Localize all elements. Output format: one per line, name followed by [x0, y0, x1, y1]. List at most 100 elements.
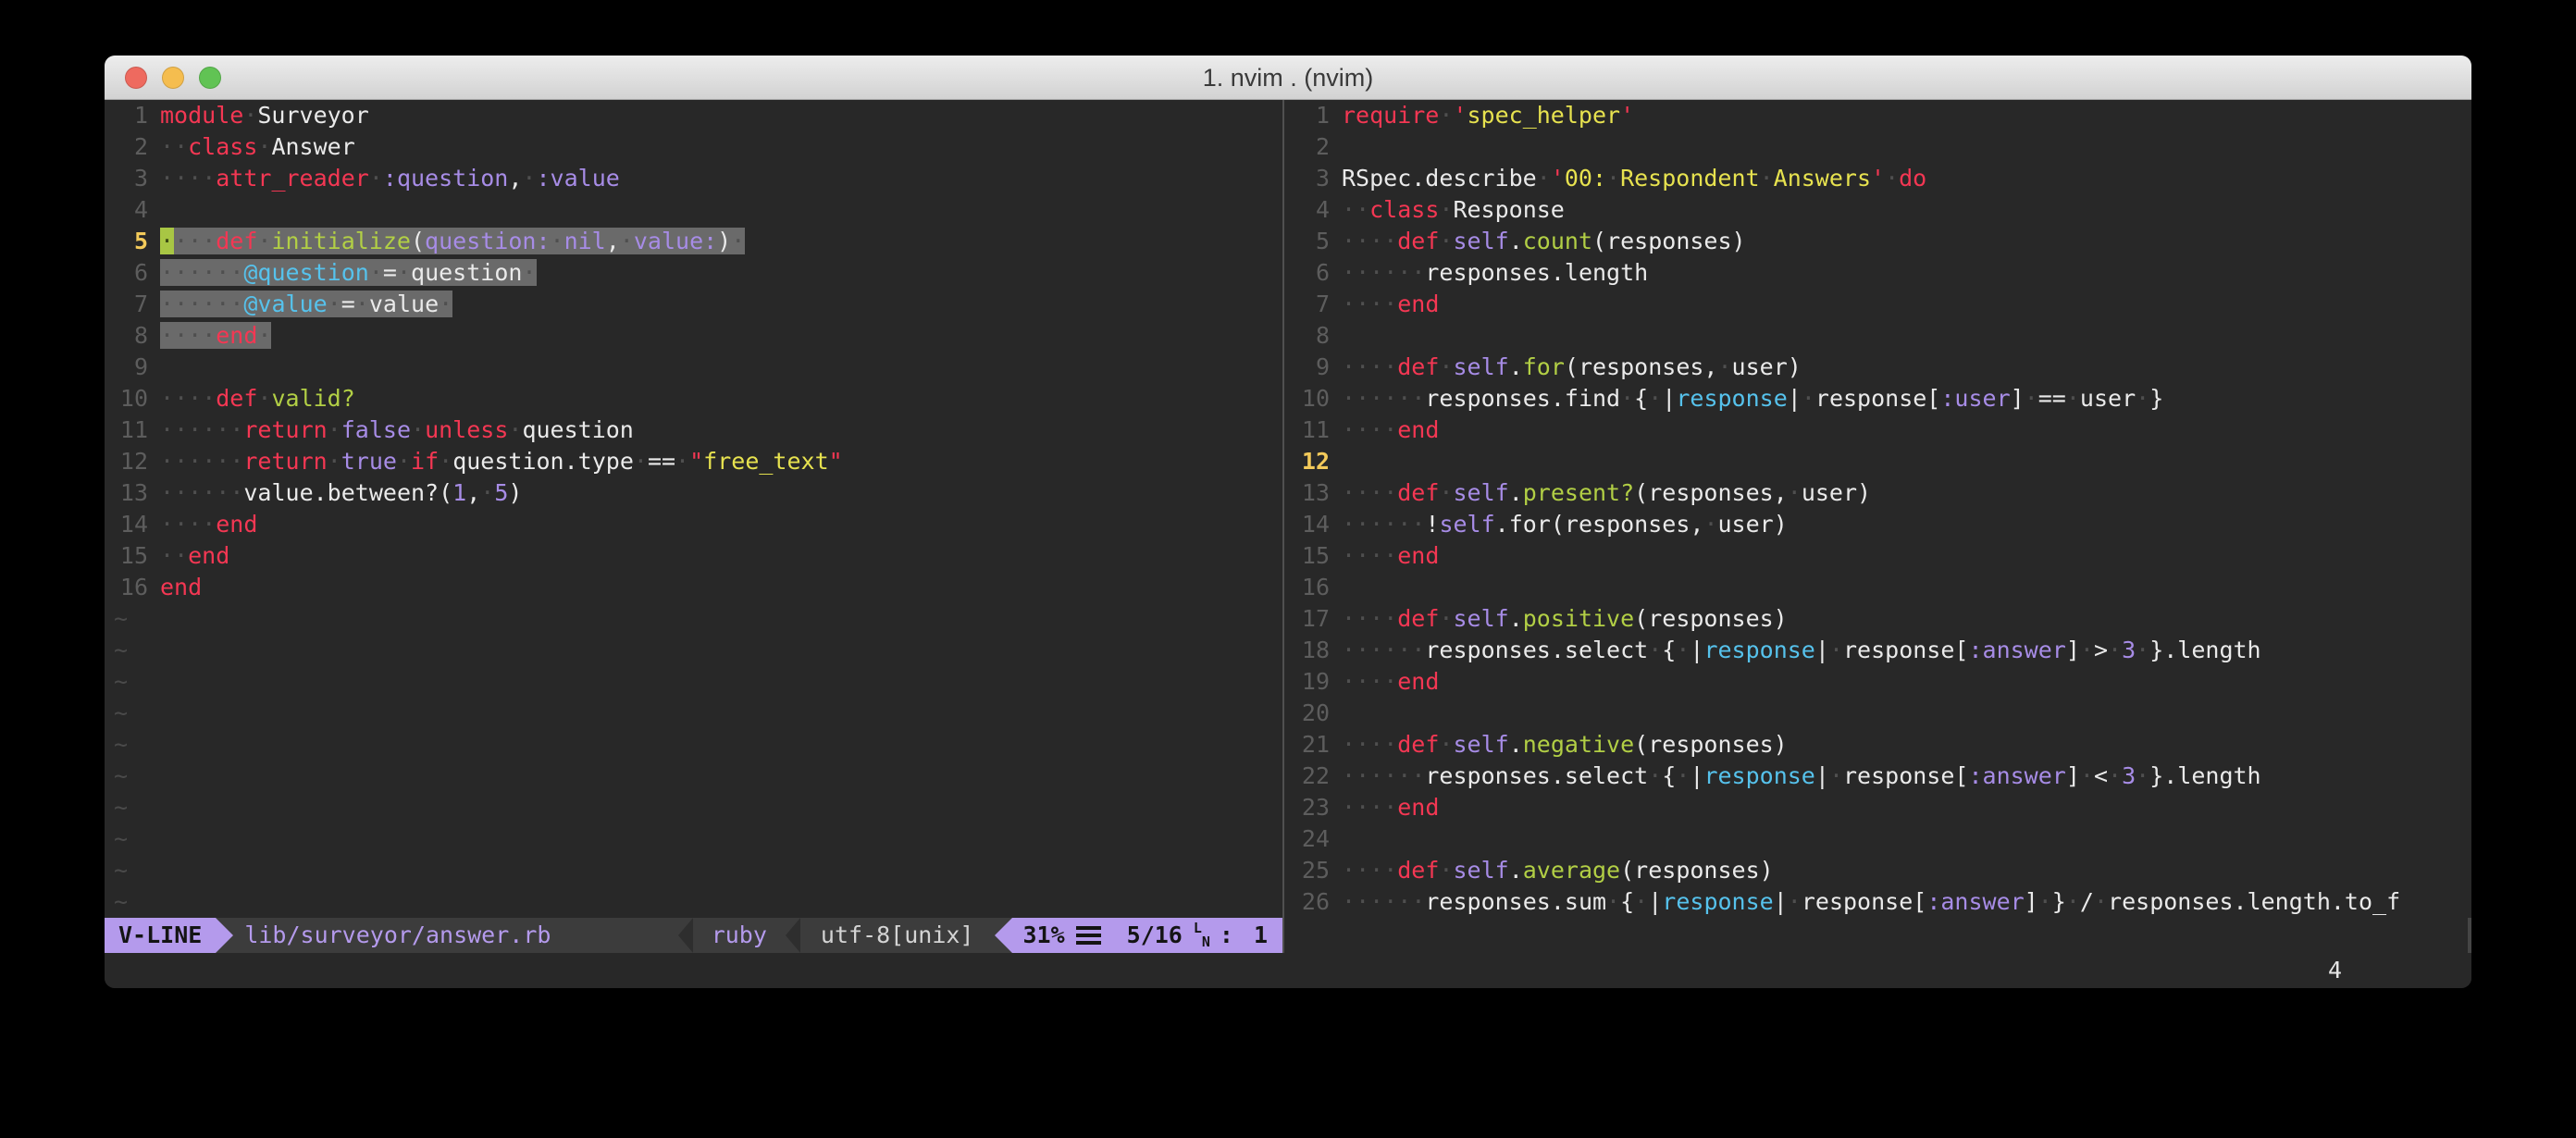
line-number: 19: [1286, 666, 1342, 698]
space-dot: ·: [2094, 888, 2108, 915]
line-number: 2: [105, 131, 160, 163]
line-text: RSpec.describe·'00:·Respondent·Answers'·…: [1342, 165, 1926, 192]
code-line: 26······responses.sum·{·|response|·respo…: [1286, 886, 2471, 918]
code-line: 3····attr_reader·:question,·:value: [105, 163, 1282, 194]
code-line: 9····def·self.for(responses,·user): [1286, 352, 2471, 383]
space-dot: ·: [1829, 637, 1843, 663]
code-line: 19····end: [1286, 666, 2471, 698]
code-line: 10······responses.find·{·|response|·resp…: [1286, 383, 2471, 414]
line-number: 4: [1286, 194, 1342, 226]
line-number: 10: [1286, 383, 1342, 414]
space-dot: ·: [1760, 165, 1774, 192]
space-dot: ·: [328, 291, 341, 317]
space-dot: ·: [1356, 668, 1369, 695]
code-line: 10····def·valid?: [105, 383, 1282, 414]
tilde-marker: ~: [105, 886, 160, 918]
tilde-marker: ~: [105, 761, 160, 792]
empty-line: ~: [105, 729, 1282, 761]
space-dot: ·: [1342, 668, 1356, 695]
line-number: 3: [1286, 163, 1342, 194]
space-dot: ·: [1383, 416, 1397, 443]
line-number: 21: [1286, 729, 1342, 761]
space-dot: ·: [202, 259, 216, 286]
space-dot: ·: [1411, 259, 1425, 286]
visual-selection: ······@value·=·value·: [160, 291, 452, 317]
buffer-right[interactable]: 1require·'spec_helper'23RSpec.describe·'…: [1286, 100, 2471, 918]
space-dot: ·: [1356, 511, 1369, 538]
space-dot: ·: [1411, 762, 1425, 789]
editor-pane-right[interactable]: 1require·'spec_helper'23RSpec.describe·'…: [1286, 100, 2471, 953]
code-line: 4··class·Response: [1286, 194, 2471, 226]
empty-line: ~: [105, 886, 1282, 918]
mode-indicator: V-LINE: [105, 918, 216, 953]
tilde-marker: ~: [105, 823, 160, 855]
buffer-left[interactable]: 1module·Surveyor2··class·Answer3····attr…: [105, 100, 1282, 918]
line-text: ······return·false·unless·question: [160, 416, 634, 443]
line-number: 12: [105, 446, 160, 477]
space-dot: ·: [188, 259, 202, 286]
line-text: ····def·initialize(question:·nil,·value:…: [160, 228, 745, 254]
space-dot: ·: [2025, 385, 2038, 412]
visual-selection: ····def·initialize(question:·nil,·value:…: [160, 228, 745, 254]
titlebar[interactable]: 1. nvim . (nvim): [105, 56, 2471, 100]
space-dot: ·: [1356, 353, 1369, 380]
space-dot: ·: [229, 259, 243, 286]
space-dot: ·: [202, 291, 216, 317]
space-dot: ·: [397, 448, 411, 475]
scroll-percent: 31%: [1023, 918, 1065, 953]
space-dot: ·: [1788, 888, 1802, 915]
code-line: 20: [1286, 698, 2471, 729]
space-dot: ·: [174, 479, 188, 506]
code-line: 17····def·self.positive(responses): [1286, 603, 2471, 635]
space-dot: ·: [1397, 762, 1411, 789]
space-dot: ·: [174, 416, 188, 443]
line-number: 13: [1286, 477, 1342, 509]
space-dot: ·: [1383, 762, 1397, 789]
code-line: 9: [105, 352, 1282, 383]
space-dot: ·: [1383, 259, 1397, 286]
space-dot: ·: [1356, 637, 1369, 663]
space-dot: ·: [257, 133, 271, 160]
cursor-block: ·: [160, 228, 174, 254]
space-dot: ·: [1703, 511, 1717, 538]
line-number: 2: [1286, 131, 1342, 163]
space-dot: ·: [1788, 479, 1802, 506]
space-dot: ·: [243, 102, 257, 129]
line-text: ······responses.select·{·|response|·resp…: [1342, 637, 2261, 663]
line-number: 23: [1286, 792, 1342, 823]
line-number: 5: [105, 226, 160, 257]
space-dot: ·: [1356, 416, 1369, 443]
code-line: 23····end: [1286, 792, 2471, 823]
empty-line: ~: [105, 666, 1282, 698]
space-dot: ·: [1383, 228, 1397, 254]
line-text: ····end: [1342, 542, 1439, 569]
tilde-marker: ~: [105, 792, 160, 823]
space-dot: ·: [202, 165, 216, 192]
position-section: 31% 5/16 LN : 1: [1012, 918, 1283, 953]
space-dot: ·: [1342, 605, 1356, 632]
space-dot: ·: [1885, 165, 1899, 192]
space-dot: ·: [174, 385, 188, 412]
code-line: 15··end: [105, 540, 1282, 572]
space-dot: ·: [1369, 542, 1383, 569]
space-dot: ·: [1634, 888, 1648, 915]
line-number: 25: [1286, 855, 1342, 886]
line-number: 4: [105, 194, 160, 226]
line-number: 3: [105, 163, 160, 194]
code-line: 16end: [105, 572, 1282, 603]
space-dot: ·: [508, 416, 522, 443]
space-dot: ·: [2080, 762, 2094, 789]
space-dot: ·: [174, 542, 188, 569]
line-number: 9: [1286, 352, 1342, 383]
editor-pane-left[interactable]: 1module·Surveyor2··class·Answer3····attr…: [105, 100, 1282, 953]
space-dot: ·: [174, 228, 188, 254]
space-dot: ·: [1383, 857, 1397, 884]
powerline-arrow-icon: [216, 918, 233, 953]
space-dot: ·: [1383, 353, 1397, 380]
space-dot: ·: [1369, 605, 1383, 632]
space-dot: ·: [1439, 479, 1453, 506]
space-dot: ·: [1439, 196, 1453, 223]
space-dot: ·: [257, 228, 271, 254]
terminal-screen: 1module·Surveyor2··class·Answer3····attr…: [105, 100, 2471, 988]
space-dot: ·: [1383, 542, 1397, 569]
